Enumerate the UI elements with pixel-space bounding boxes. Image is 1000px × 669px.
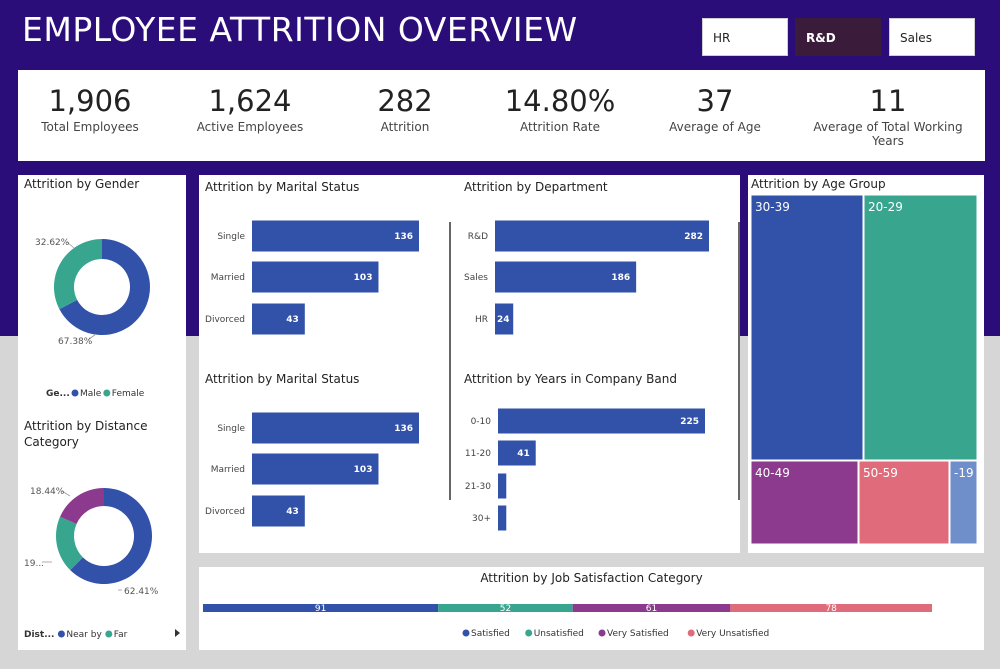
distance-donut-slice (60, 488, 104, 524)
job-satisfaction-data-label: 52 (500, 604, 511, 614)
years-band-tick-label: 30+ (472, 514, 491, 524)
department-data-label: 24 (497, 315, 510, 325)
department-data-label: 186 (611, 273, 630, 283)
marital-2-data-label: 103 (354, 465, 373, 475)
department-tick-label: HR (475, 315, 488, 325)
gender-legend-label: Female (112, 389, 145, 399)
job-satisfaction-legend-label: Very Unsatisfied (696, 629, 769, 639)
job-satisfaction-legend-marker (462, 629, 470, 637)
job-satisfaction-legend-label: Satisfied (471, 629, 510, 639)
age-group-tile-label: 30-39 (755, 200, 790, 214)
marital-1-data-label: 136 (394, 232, 413, 242)
years-band-tick-label: 11-20 (465, 449, 491, 459)
job-satisfaction-legend-label: Very Satisfied (607, 629, 669, 639)
distance-legend-label: Far (114, 630, 128, 640)
marital-2-tick-label: Married (211, 465, 245, 475)
years-band-tick-label: 0-10 (471, 417, 492, 427)
marital-1-tick-label: Divorced (205, 315, 245, 325)
gender-legend-marker (71, 389, 79, 397)
years-band-data-label: 41 (517, 449, 530, 459)
job-satisfaction-legend-marker (525, 629, 533, 637)
marital-1-tick-label: Married (211, 273, 245, 283)
age-group-tile (750, 194, 864, 461)
gender-legend-label: Male (80, 389, 102, 399)
marital-2-data-label: 136 (394, 424, 413, 434)
marital-1-tick-label: Single (217, 232, 245, 242)
job-satisfaction-legend-marker (598, 629, 606, 637)
marital-1-data-label: 43 (286, 315, 299, 325)
years-band-data-label: 225 (680, 417, 699, 427)
distance-legend-marker (57, 630, 65, 638)
marital-1-data-label: 103 (354, 273, 373, 283)
department-tick-label: R&D (468, 232, 488, 242)
years-band-tick-label: 21-30 (465, 482, 491, 492)
marital-2-data-label: 43 (286, 507, 299, 517)
age-group-tile-label: 40-49 (755, 466, 790, 480)
job-satisfaction-legend-label: Unsatisfied (534, 629, 584, 639)
years-band-bar (498, 473, 507, 499)
gender-legend-marker (103, 389, 111, 397)
department-bar (495, 220, 709, 252)
gender-donut-slice (54, 239, 102, 310)
gender-donut-data-label: 32.62% (35, 238, 70, 248)
charts-canvas: 67.38% 32.62% 62.41% 19... 18.44% Ge... Male Fe… (24, 194, 978, 640)
distance-legend-label: Near by (66, 630, 102, 640)
marital-2-tick-label: Divorced (205, 507, 245, 517)
years-band-bar (498, 505, 507, 531)
job-satisfaction-data-label: 91 (315, 604, 326, 614)
distance-donut-data-label: 18.44% (30, 487, 65, 497)
gender-legend-title: Ge... (46, 389, 70, 399)
age-group-tile-label: 20-29 (868, 200, 903, 214)
distance-donut-data-label: 62.41% (124, 587, 159, 597)
department-data-label: 282 (684, 232, 703, 242)
job-satisfaction-legend-marker (687, 629, 695, 637)
marital-2-tick-label: Single (217, 424, 245, 434)
job-satisfaction-data-label: 61 (646, 604, 657, 614)
age-group-tile-label: -19 (954, 466, 974, 480)
distance-donut-data-label: 19... (24, 559, 44, 569)
legend-next-arrow-icon (175, 629, 180, 637)
years-band-bar (498, 408, 705, 434)
job-satisfaction-data-label: 78 (825, 604, 837, 614)
age-group-tile (863, 194, 978, 461)
gender-donut-data-label: 67.38% (58, 337, 93, 347)
age-group-tile-label: 50-59 (863, 466, 898, 480)
distance-legend-title: Dist... (24, 630, 54, 640)
department-tick-label: Sales (464, 273, 488, 283)
distance-legend-marker (105, 630, 113, 638)
